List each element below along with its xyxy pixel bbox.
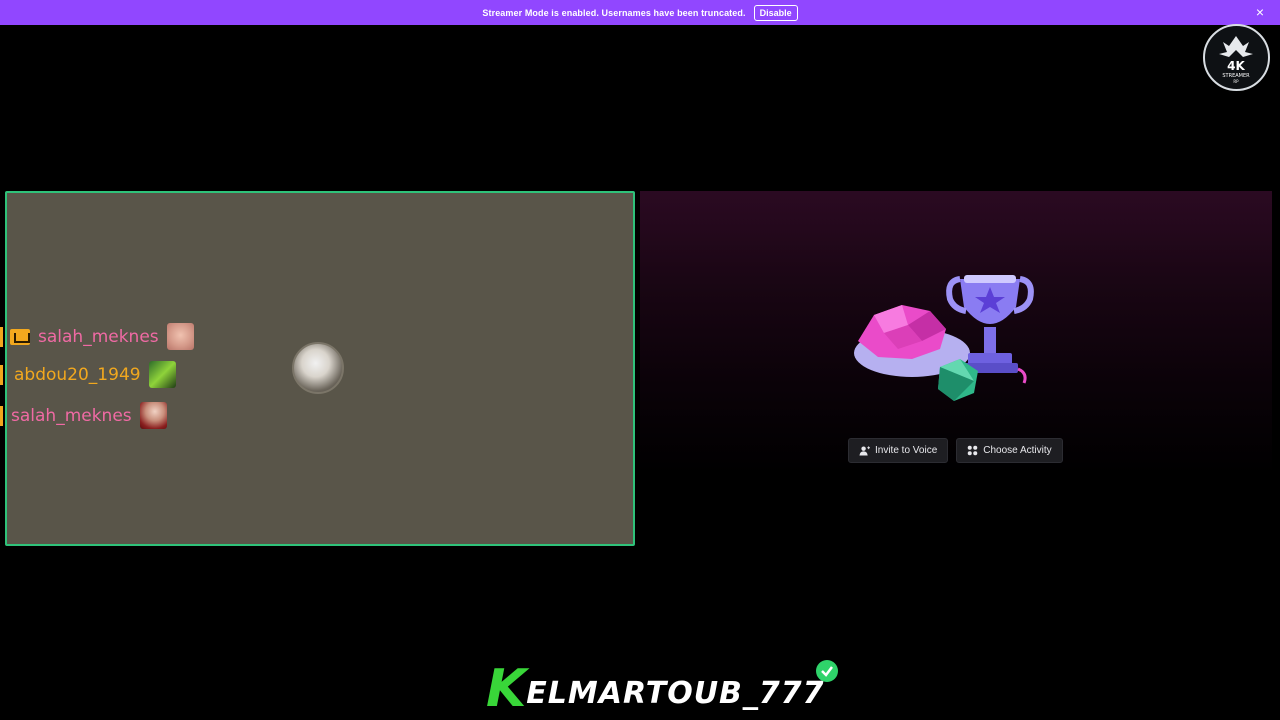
grid-icon — [967, 445, 978, 456]
close-icon[interactable]: × — [1256, 4, 1264, 20]
avatar — [166, 323, 194, 350]
streamer-signature: K ELMARTOUB_777 — [486, 659, 838, 719]
activity-button-row: Invite to Voice Choose Activity — [848, 438, 1063, 463]
voice-user-name: abdou20_1949 — [14, 364, 141, 385]
choose-activity-button[interactable]: Choose Activity — [956, 438, 1063, 463]
speaking-indicator — [0, 327, 3, 347]
crown-icon — [10, 328, 30, 345]
avatar — [148, 361, 176, 388]
streamer-mode-banner: Streamer Mode is enabled. Usernames have… — [0, 0, 1280, 25]
voice-user-row[interactable]: salah_meknes — [11, 402, 167, 429]
logo-tiny-text: RP — [1233, 79, 1239, 84]
speaking-indicator — [0, 406, 3, 426]
activity-panel: Invite to Voice Choose Activity — [640, 191, 1272, 546]
voice-user-row[interactable]: salah_meknes — [10, 323, 194, 350]
banner-message: Streamer Mode is enabled. Usernames have… — [482, 7, 746, 18]
voice-user-name: salah_meknes — [11, 405, 132, 426]
choose-activity-label: Choose Activity — [983, 445, 1052, 456]
add-user-icon — [859, 446, 870, 456]
voice-user-row[interactable]: abdou20_1949 — [14, 361, 176, 388]
avatar — [139, 402, 167, 429]
invite-to-voice-button[interactable]: Invite to Voice — [848, 438, 949, 463]
signature-name: ELMARTOUB_777 — [526, 676, 825, 711]
disable-streamer-mode-button[interactable]: Disable — [753, 4, 798, 21]
activity-illustration — [854, 275, 1034, 401]
verified-check-icon — [816, 660, 838, 682]
avatar[interactable] — [292, 342, 344, 394]
channel-logo: 4K STREAMER RP — [1203, 24, 1270, 91]
logo-main-text: 4K — [1227, 59, 1245, 73]
speaking-indicator — [0, 365, 3, 385]
invite-to-voice-label: Invite to Voice — [875, 445, 938, 456]
signature-initial: K — [486, 659, 527, 719]
voice-user-name: salah_meknes — [38, 326, 159, 347]
